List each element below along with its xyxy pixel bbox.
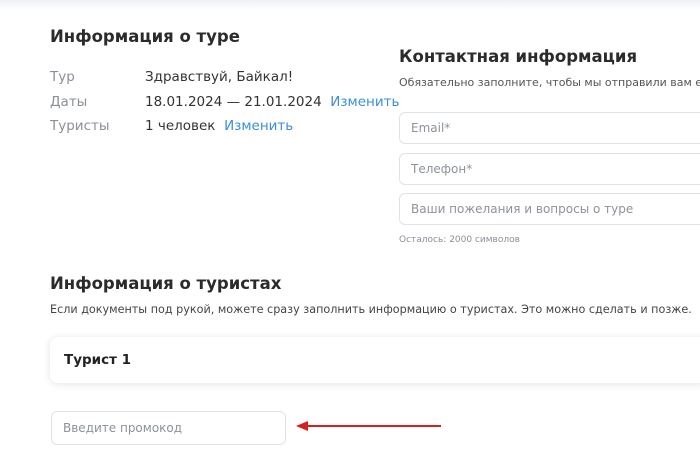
tourist-1-label: Турист 1 [64, 352, 132, 368]
phone-field[interactable] [399, 153, 700, 185]
dates-text: 18.01.2024 — 21.01.2024 [145, 94, 322, 110]
email-field[interactable] [399, 112, 700, 144]
promo-field[interactable] [51, 411, 286, 445]
tourists-label: Туристы [50, 118, 110, 134]
change-tourists-link[interactable]: Изменить [224, 118, 293, 134]
char-counter: Осталось: 2000 символов [399, 235, 520, 245]
tour-info-title: Информация о туре [50, 27, 240, 46]
contact-subtitle: Обязательно заполните, чтобы мы отправил… [399, 76, 700, 89]
tourists-info-title: Информация о туристах [50, 274, 282, 293]
wishes-input[interactable] [400, 194, 680, 224]
phone-input[interactable] [400, 154, 680, 184]
tour-value: Здравствуй, Байкал! [145, 69, 293, 85]
promo-input[interactable] [52, 412, 285, 444]
email-input[interactable] [400, 113, 680, 143]
dates-value: 18.01.2024 — 21.01.2024 Изменить [145, 94, 399, 110]
tourists-count: 1 человек [145, 118, 216, 134]
contact-title: Контактная информация [399, 47, 638, 66]
tourists-value: 1 человек Изменить [145, 118, 293, 134]
tourist-1-card[interactable]: Турист 1 [50, 337, 700, 383]
tour-label: Тур [50, 69, 75, 85]
header-shadow [0, 0, 700, 10]
wishes-field[interactable] [399, 193, 700, 225]
red-arrow-icon [296, 421, 441, 431]
dates-label: Даты [50, 94, 88, 110]
change-dates-link[interactable]: Изменить [330, 94, 399, 110]
tourists-info-subtitle: Если документы под рукой, можете сразу з… [50, 303, 692, 316]
tour-name: Здравствуй, Байкал! [145, 69, 294, 85]
